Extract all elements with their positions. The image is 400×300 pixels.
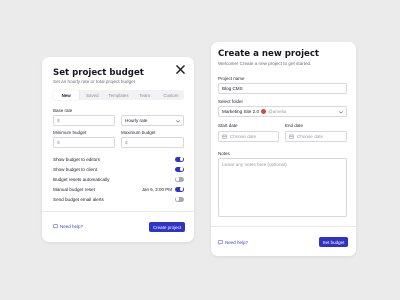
help-link[interactable]: Need help? [53,224,83,229]
toggle-label: Show budget to client [53,166,97,172]
toggle-label: Manual budget reset [53,186,95,192]
start-date-placeholder: Choose date [230,134,257,139]
set-budget-button[interactable]: Set budget [319,237,348,247]
tab-new[interactable]: New [53,90,80,100]
toggle-switch[interactable] [175,156,184,162]
chevron-down-icon [339,110,343,114]
set-budget-dialog: Set project budget Set an hourly rate or… [42,57,194,242]
toggle-row-show-editors: Show budget to editors [53,155,184,163]
create-project-dialog: Create a new project Welcome! Create a n… [211,42,356,256]
start-date-label: Start date [218,123,238,128]
tab-templates[interactable]: Templates [105,90,131,100]
toggle-switch[interactable] [175,196,184,202]
notes-label: Notes [218,151,230,156]
toggle-label: Show budget to editors [53,156,100,162]
chevron-down-icon [176,119,180,123]
avatar [261,109,267,114]
end-date-placeholder: Choose date [297,134,324,139]
project-name-value: Blog CMS [222,86,243,91]
toggle-switch[interactable] [175,166,184,172]
folder-owner: @amelia [268,109,287,114]
end-date-label: End date [285,123,304,128]
toggle-row-auto-reset: Budget resets automatically [53,175,184,183]
toggle-switch[interactable] [175,186,184,192]
create-project-button[interactable]: Create project [149,222,185,232]
tab-saved[interactable]: Saved [79,90,105,100]
reset-date[interactable]: Jan 6, 2:00 PM [142,187,172,192]
folder-select[interactable]: Marketing Site 2.0 @amelia [218,106,347,117]
dialog-title: Set project budget [53,68,144,78]
chat-bubble-icon [218,240,223,245]
toggle-switch[interactable] [175,176,184,182]
toggle-row-manual-reset: Manual budget reset Jan 6, 2:00 PM [53,185,184,193]
currency-symbol: $ [125,140,128,145]
rate-type-select[interactable]: Hourly rate [121,115,184,126]
toggle-row-show-client: Show budget to client [53,165,184,173]
rate-type-value: Hourly rate [125,118,148,123]
folder-value: Marketing Site 2.0 [222,109,260,114]
max-budget-label: Maximum budget [121,130,156,135]
notes-placeholder: Leave any notes here (optional) [222,162,287,167]
dialog-subtitle: Set an hourly rate or total project budg… [53,79,135,84]
project-name-label: Project name [218,76,245,81]
base-rate-input[interactable]: $ [53,115,115,126]
dialog-title: Create a new project [218,49,320,59]
project-name-input[interactable]: Blog CMS [218,83,347,94]
help-link[interactable]: Need help? [218,240,248,245]
calendar-icon [289,134,294,139]
currency-symbol: $ [57,140,60,145]
max-budget-input[interactable]: $ [121,137,184,148]
help-label: Need help? [60,224,84,229]
dialog-subtitle: Welcome! Create a new project to get sta… [218,61,312,66]
base-rate-label: Base rate [53,108,73,113]
min-budget-input[interactable]: $ [53,137,115,148]
min-budget-label: Minimum budget [53,130,87,135]
toggle-row-email-alerts: Send budget email alerts [53,195,184,203]
calendar-icon [222,134,227,139]
close-icon[interactable] [176,65,185,74]
end-date-input[interactable]: Choose date [285,131,347,142]
help-label: Need help? [225,240,249,245]
footer-divider [211,226,356,227]
toggle-label: Budget resets automatically [53,176,110,182]
toggle-label: Send budget email alerts [53,196,104,202]
currency-symbol: $ [57,118,60,123]
budget-tabs: New Saved Templates Team Custom [53,90,184,100]
tab-custom[interactable]: Custom [158,90,184,100]
chat-bubble-icon [53,224,58,229]
start-date-input[interactable]: Choose date [218,131,279,142]
footer-divider [42,211,194,212]
select-folder-label: Select folder [218,99,244,104]
tab-team[interactable]: Team [132,90,158,100]
notes-textarea[interactable]: Leave any notes here (optional) [218,158,347,217]
